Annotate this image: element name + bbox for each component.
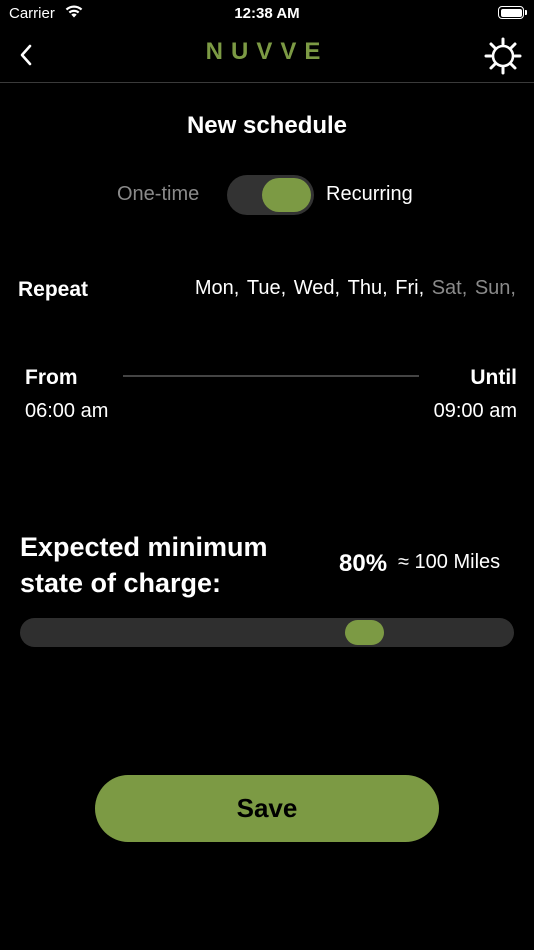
charge-slider-knob[interactable] bbox=[345, 620, 384, 645]
app-logo: NUVVE bbox=[205, 38, 329, 65]
toggle-knob bbox=[262, 178, 311, 212]
page-title: New schedule bbox=[186, 112, 348, 139]
gear-icon[interactable] bbox=[484, 37, 522, 75]
save-button[interactable]: Save bbox=[95, 775, 439, 842]
one-time-label[interactable]: One-time bbox=[117, 183, 199, 206]
day-sat[interactable]: Sat, bbox=[432, 277, 468, 299]
from-label: From bbox=[25, 366, 78, 389]
schedule-type-toggle[interactable] bbox=[227, 175, 314, 215]
repeat-days: Mon, Tue, Wed, Thu, Fri, Sat, Sun, bbox=[193, 277, 516, 300]
charge-label: Expected minimum state of charge: bbox=[20, 532, 268, 598]
day-fri[interactable]: Fri, bbox=[395, 277, 424, 299]
charge-slider[interactable] bbox=[20, 618, 514, 647]
charge-percent: 80% bbox=[339, 550, 388, 577]
clock: 12:38 AM bbox=[234, 5, 300, 22]
recurring-label[interactable]: Recurring bbox=[326, 183, 413, 206]
day-thu[interactable]: Thu, bbox=[348, 277, 388, 299]
day-sun[interactable]: Sun, bbox=[475, 277, 516, 299]
charge-miles: ≈ 100 Miles bbox=[398, 551, 501, 573]
day-wed[interactable]: Wed, bbox=[294, 277, 340, 299]
nav-divider bbox=[0, 82, 534, 83]
day-tue[interactable]: Tue, bbox=[247, 277, 286, 299]
battery-icon bbox=[498, 6, 527, 19]
until-time-value[interactable]: 09:00 am bbox=[434, 400, 517, 423]
repeat-label: Repeat bbox=[18, 278, 89, 301]
time-range-line bbox=[123, 375, 419, 377]
status-bar: Carrier 12:38 AM bbox=[0, 0, 534, 30]
from-time-value[interactable]: 06:00 am bbox=[25, 400, 108, 423]
day-mon[interactable]: Mon, bbox=[195, 277, 239, 299]
until-label: Until bbox=[470, 366, 517, 389]
